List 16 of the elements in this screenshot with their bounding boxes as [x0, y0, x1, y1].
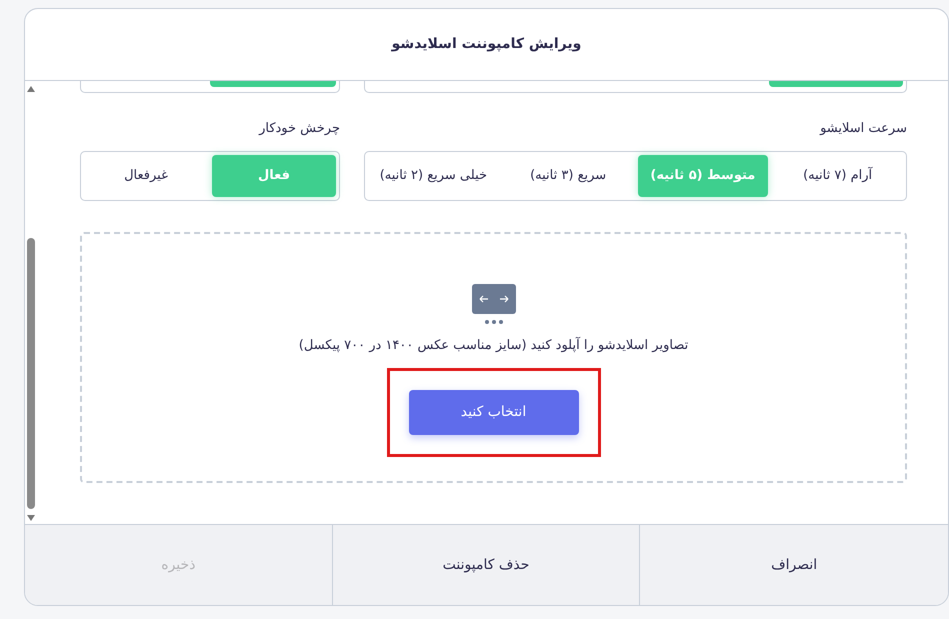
segment-option[interactable]: سریع (۳ ثانیه) — [502, 155, 634, 197]
upload-dropzone[interactable]: تصاویر اسلایدشو را آپلود کنید (سایز مناسب عکس ۱۴۰۰ در ۷۰۰ پیکسل) انتخاب کنید — [80, 232, 907, 483]
segment-option[interactable]: آرام (۷ ثانیه) — [772, 155, 903, 197]
footer-button[interactable]: حذف کامپوننت — [332, 525, 640, 605]
slideshow-icon — [472, 284, 516, 324]
scroll-up-icon[interactable] — [26, 86, 34, 92]
field-label: سرعت اسلایشو — [818, 120, 907, 138]
scroll-thumb[interactable] — [26, 238, 34, 509]
choose-button[interactable]: انتخاب کنید — [408, 390, 578, 434]
dialog-title: ویرایش کامپوننت اسلایدشو — [392, 35, 582, 54]
footer-button[interactable]: انصراف — [640, 525, 948, 605]
field-label: چرخش خودکار — [258, 120, 340, 138]
scroll-down-icon[interactable] — [26, 515, 34, 521]
segment-option[interactable]: غیرفعال — [84, 155, 208, 197]
segment-option[interactable]: خیلی سریع (۲ ثانیه) — [368, 155, 499, 197]
upload-hint: تصاویر اسلایدشو را آپلود کنید (سایز مناسب عکس ۱۴۰۰ در ۷۰۰ پیکسل) — [298, 336, 688, 355]
